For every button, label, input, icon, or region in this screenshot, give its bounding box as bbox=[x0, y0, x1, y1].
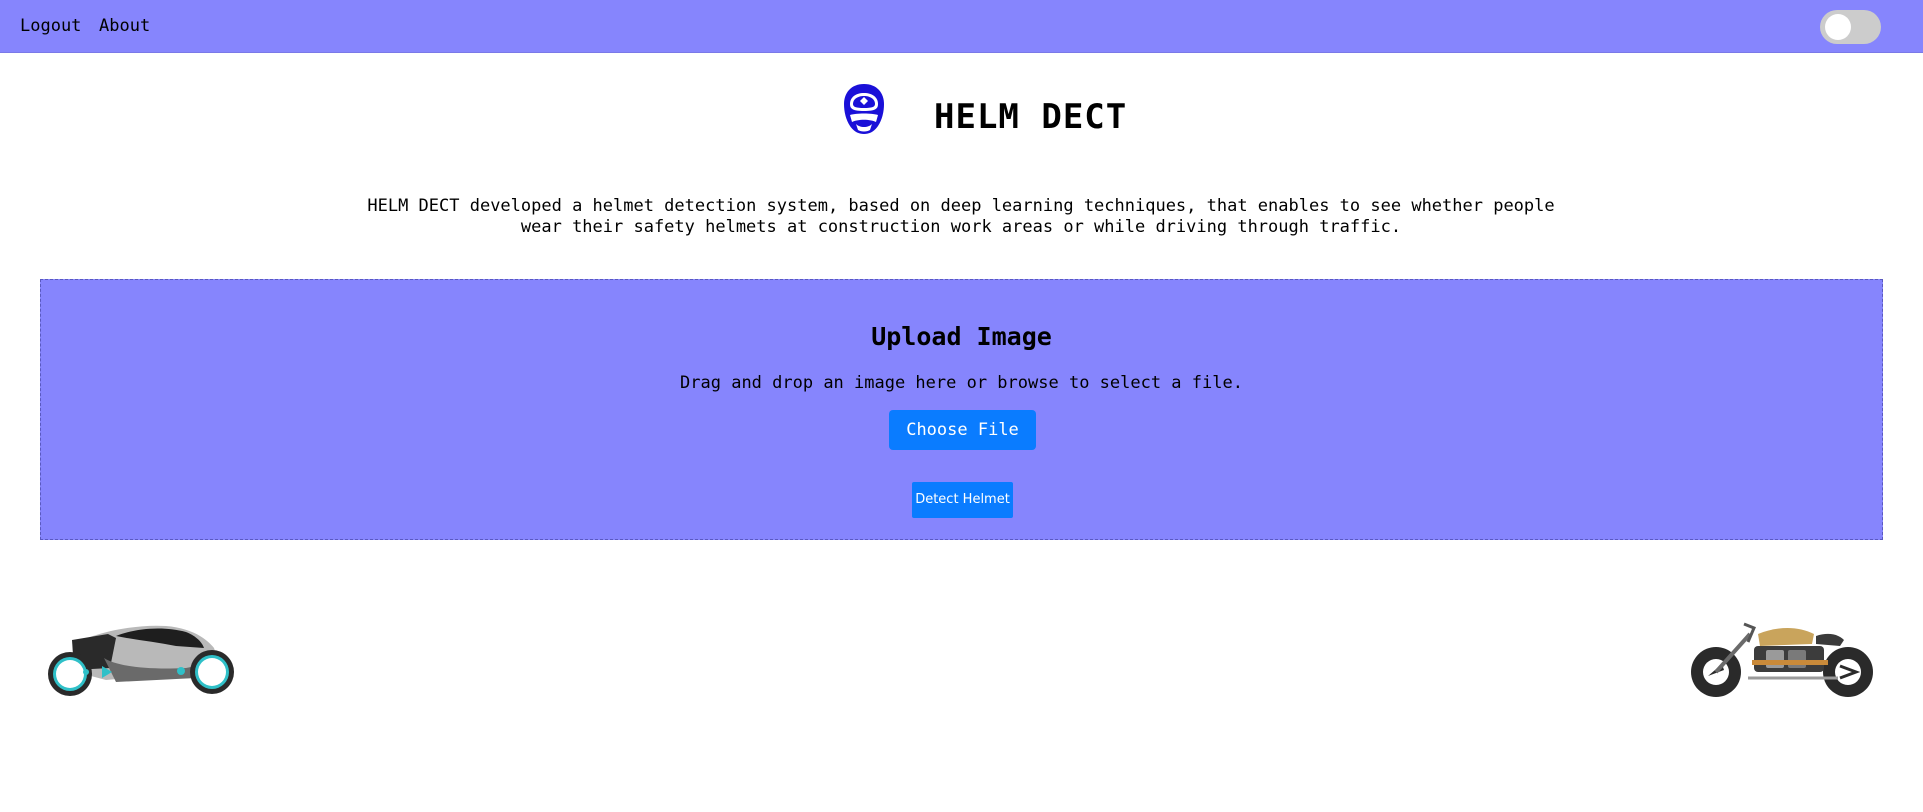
logout-link[interactable]: Logout bbox=[20, 16, 81, 36]
helmet-icon bbox=[844, 84, 884, 134]
futuristic-motorbike-icon bbox=[48, 625, 234, 696]
upload-dropzone[interactable]: Upload Image Drag and drop an image here… bbox=[40, 279, 1883, 540]
app-title: HELM DECT bbox=[934, 97, 1128, 137]
detect-helmet-button[interactable]: Detect Helmet bbox=[912, 482, 1013, 518]
theme-toggle[interactable] bbox=[1820, 10, 1881, 44]
choose-file-button[interactable]: Choose File bbox=[889, 410, 1036, 450]
toggle-knob bbox=[1825, 14, 1851, 40]
chopper-motorbike-icon bbox=[1691, 622, 1873, 697]
upload-hint: Drag and drop an image here or browse to… bbox=[680, 373, 1243, 393]
page: Logout About HELM DECT HELM DECT develop… bbox=[0, 0, 1923, 812]
app-description: HELM DECT developed a helmet detection s… bbox=[367, 196, 1555, 237]
navbar: Logout About bbox=[0, 0, 1923, 53]
upload-title: Upload Image bbox=[871, 322, 1052, 351]
about-link[interactable]: About bbox=[99, 16, 150, 36]
